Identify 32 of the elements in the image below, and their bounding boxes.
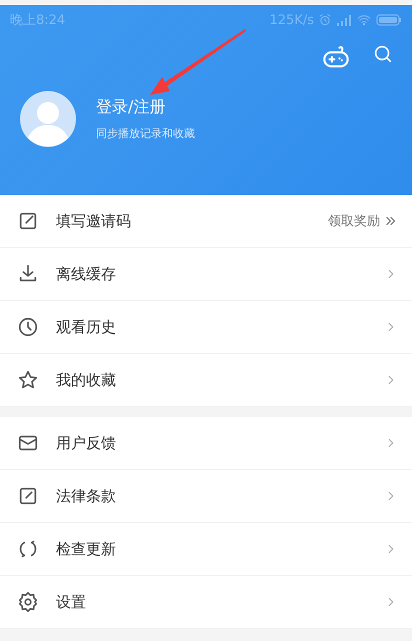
menu-label: 用户反馈 [56,434,117,452]
menu-item[interactable]: 我的收藏 [0,354,412,407]
network-speed: 125K/s [270,12,314,28]
menu-item[interactable]: 检查更新 [0,523,412,576]
menu-label: 离线缓存 [56,264,117,284]
menu-item[interactable]: 填写邀请码 领取奖励 [0,195,412,248]
battery-icon [376,14,402,26]
reward-label: 领取奖励 [328,213,380,230]
menu-item[interactable]: 用户反馈 [0,417,412,470]
avatar-icon[interactable] [20,91,76,147]
menu-label: 检查更新 [56,540,117,558]
menu-label: 设置 [56,592,87,612]
status-time: 晚上8:24 [10,12,66,29]
menu-item[interactable]: 观看历史 [0,301,412,354]
menu-label: 我的收藏 [56,370,117,390]
alarm-icon [318,13,332,27]
edit-icon [17,210,39,232]
star-icon [17,369,39,391]
search-icon [372,43,394,65]
profile-subtitle: 同步播放记录和收藏 [96,126,195,141]
refresh-icon [17,538,39,560]
signal-icon [336,14,352,26]
menu-label: 法律条款 [56,486,117,506]
wifi-icon [356,13,372,27]
menu-label: 观看历史 [56,318,117,336]
menu-item[interactable]: 法律条款 [0,470,412,523]
clock-icon [17,316,39,338]
square-pen-icon [17,485,39,507]
menu-label: 填写邀请码 [56,212,132,230]
menu-item[interactable]: 设置 [0,576,412,629]
settings-icon [17,591,39,613]
menu-item[interactable]: 离线缓存 [0,248,412,301]
